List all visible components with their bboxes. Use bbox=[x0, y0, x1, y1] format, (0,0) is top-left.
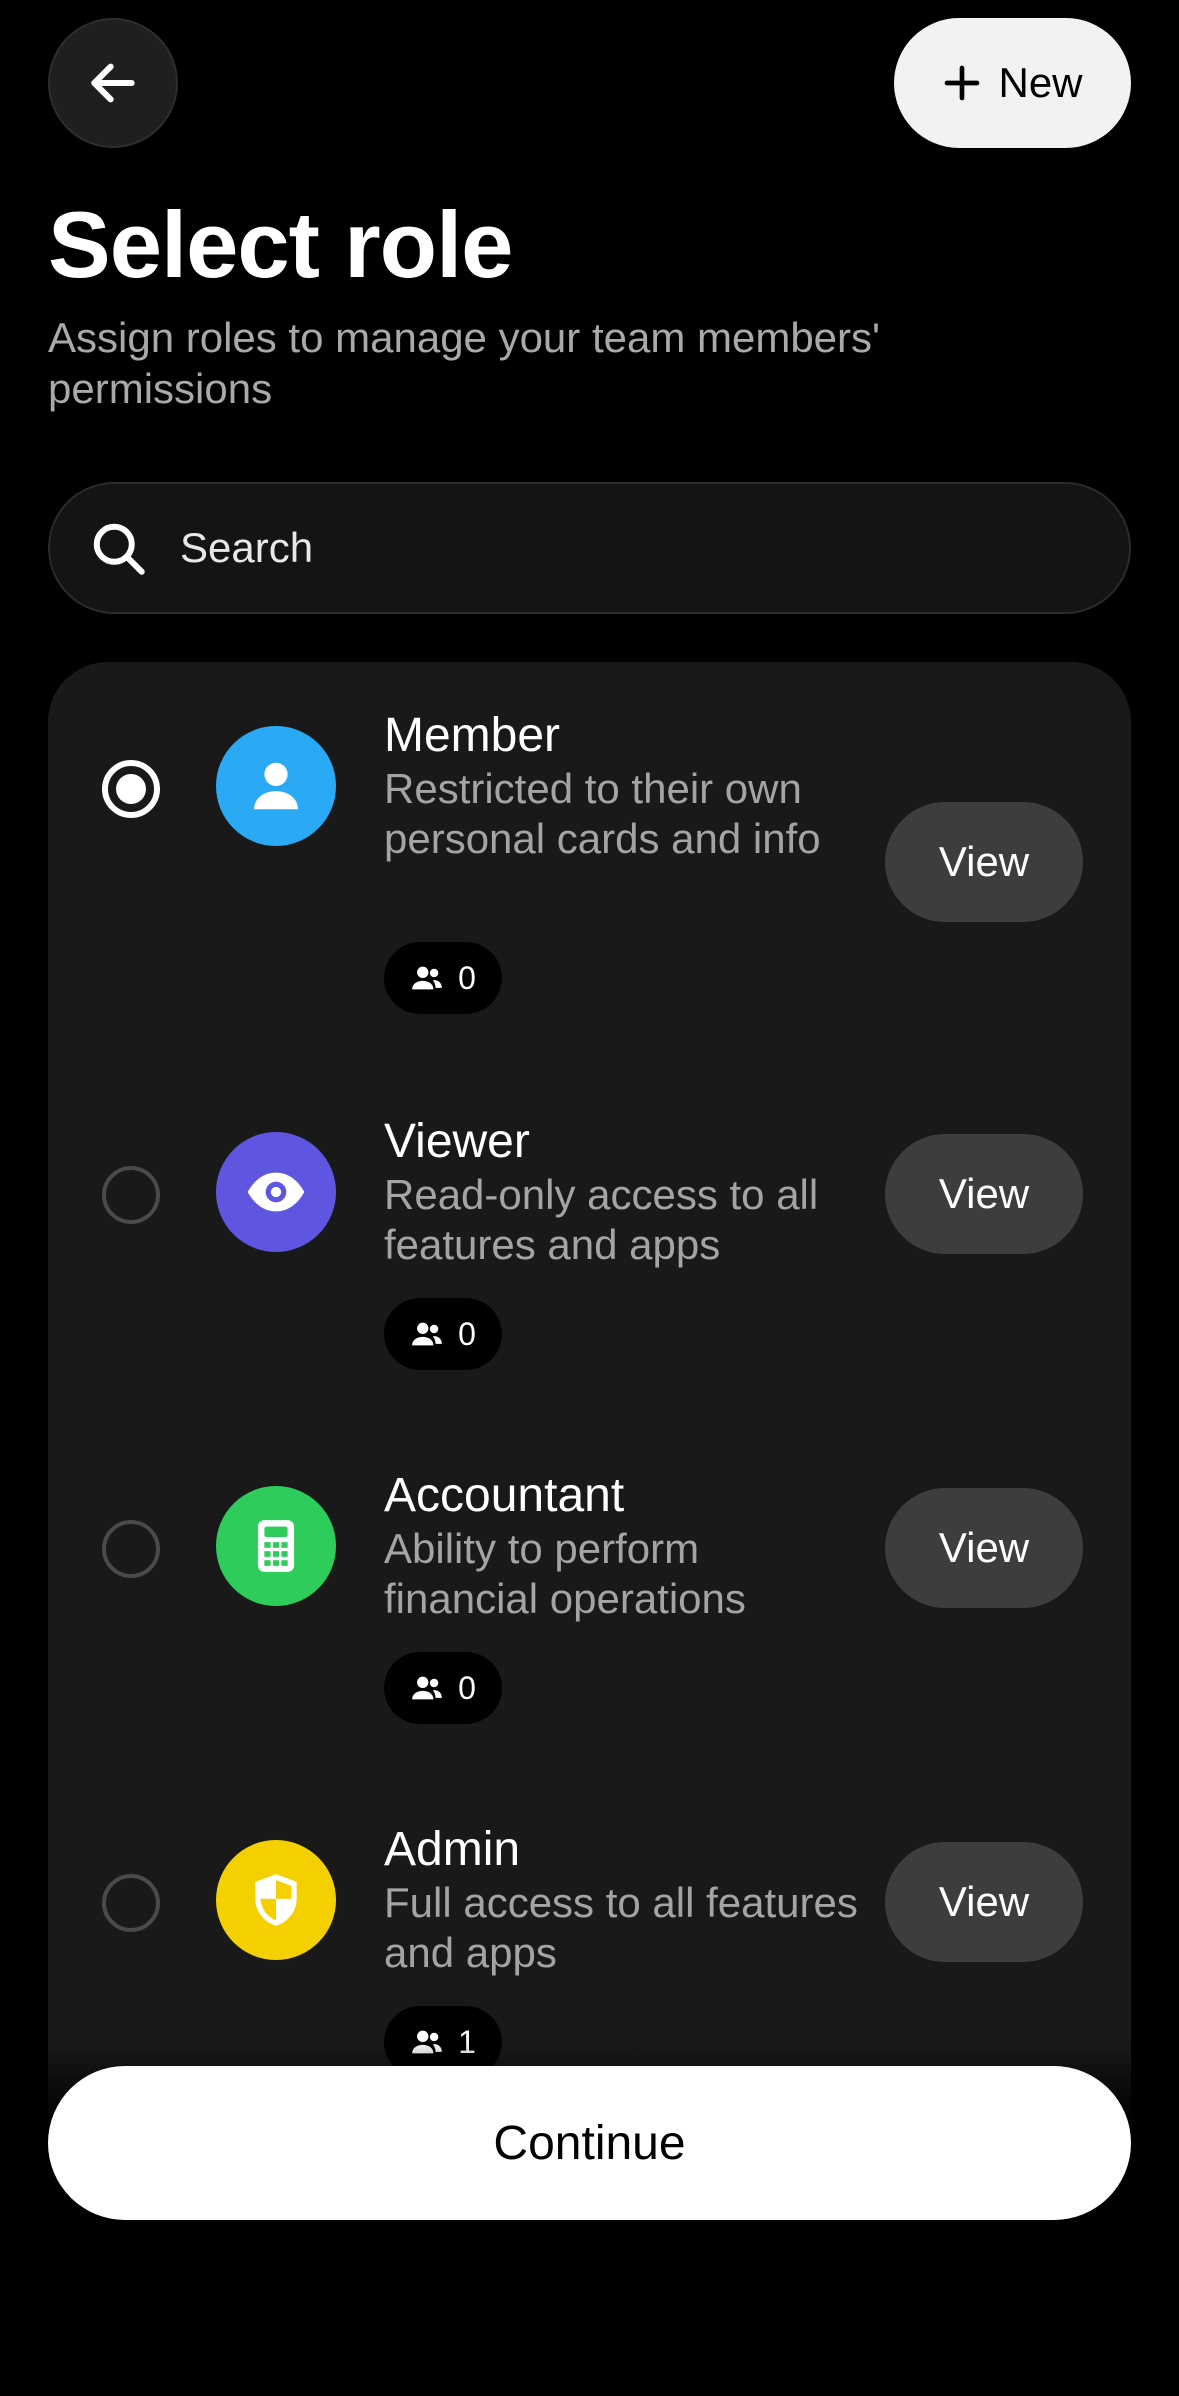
continue-button[interactable]: Continue bbox=[48, 2066, 1131, 2220]
shield-icon bbox=[255, 1874, 297, 1926]
role-avatar bbox=[216, 726, 336, 846]
role-name: Accountant bbox=[384, 1469, 625, 1522]
role-avatar bbox=[216, 1132, 336, 1252]
eye-icon bbox=[247, 1172, 305, 1212]
back-button[interactable] bbox=[48, 18, 178, 148]
new-role-button[interactable]: New bbox=[894, 18, 1131, 148]
select-role-screen: New Select role Assign roles to manage y… bbox=[0, 0, 1179, 2396]
radio-button[interactable] bbox=[102, 1874, 160, 1932]
view-button[interactable]: View bbox=[885, 1842, 1083, 1962]
users-icon bbox=[412, 1322, 442, 1346]
member-count-badge: 0 bbox=[384, 942, 502, 1014]
member-count: 0 bbox=[458, 959, 476, 996]
role-description: Ability to perform financial operations bbox=[384, 1525, 746, 1622]
role-name: Viewer bbox=[384, 1115, 530, 1168]
member-count-badge: 0 bbox=[384, 1298, 502, 1370]
radio-button[interactable] bbox=[102, 1520, 160, 1578]
search-bar[interactable] bbox=[48, 482, 1131, 614]
plus-icon bbox=[945, 65, 980, 101]
role-description: Full access to all features and apps bbox=[384, 1879, 858, 1976]
role-name: Admin bbox=[384, 1823, 521, 1876]
radio-button-selected[interactable] bbox=[102, 760, 160, 818]
users-icon bbox=[412, 966, 442, 990]
role-item-member[interactable]: Member Restricted to their own personal … bbox=[48, 708, 1131, 1048]
users-icon bbox=[412, 1676, 442, 1700]
view-button[interactable]: View bbox=[885, 802, 1083, 922]
view-button[interactable]: View bbox=[885, 1134, 1083, 1254]
radio-button[interactable] bbox=[102, 1166, 160, 1224]
search-icon bbox=[93, 523, 145, 575]
role-name: Member bbox=[384, 709, 561, 762]
page-subtitle: Assign roles to manage your team members… bbox=[48, 314, 881, 412]
member-count: 0 bbox=[458, 1669, 476, 1706]
page-title: Select role bbox=[48, 192, 513, 297]
person-icon bbox=[254, 762, 298, 810]
role-item-viewer[interactable]: Viewer Read-only access to all features … bbox=[48, 1114, 1131, 1414]
roles-list: Member Restricted to their own personal … bbox=[48, 662, 1131, 2162]
role-description: Restricted to their own personal cards a… bbox=[384, 765, 821, 862]
new-button-label: New bbox=[998, 59, 1083, 106]
role-description: Read-only access to all features and app… bbox=[384, 1171, 819, 1268]
arrow-left-icon bbox=[91, 63, 135, 103]
view-button[interactable]: View bbox=[885, 1488, 1083, 1608]
member-count: 0 bbox=[458, 1315, 476, 1352]
role-avatar bbox=[216, 1840, 336, 1960]
search-input[interactable] bbox=[178, 523, 1129, 573]
calculator-icon bbox=[257, 1520, 295, 1572]
member-count-badge: 0 bbox=[384, 1652, 502, 1724]
role-item-accountant[interactable]: Accountant Ability to perform financial … bbox=[48, 1468, 1131, 1768]
role-avatar bbox=[216, 1486, 336, 1606]
